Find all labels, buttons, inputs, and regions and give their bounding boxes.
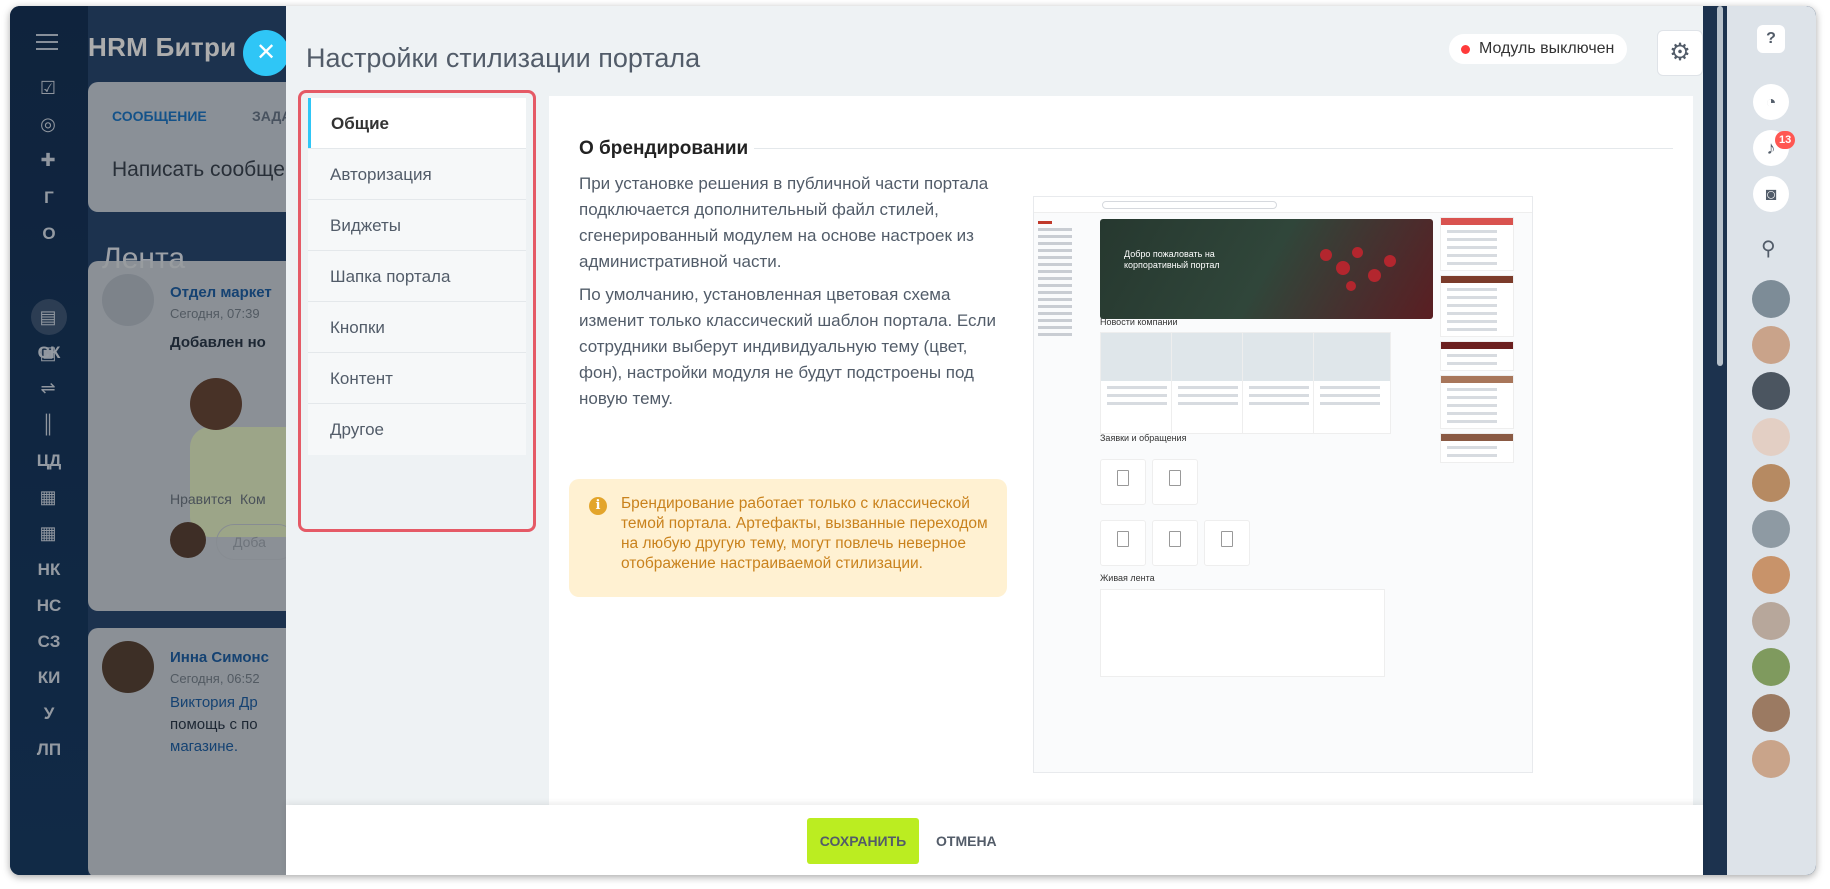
preview-widget [1440,275,1514,337]
close-slider-button[interactable]: ✕ [243,30,289,76]
section-divider [754,148,1673,149]
preview-right-column [1440,217,1514,467]
avatar[interactable] [1752,556,1790,594]
preview-tile [1100,520,1146,566]
avatar[interactable] [1752,464,1790,502]
chat-icon[interactable]: ◙ [1753,176,1789,212]
preview-widget [1440,375,1514,429]
preview-hero-banner: Добро пожаловать на корпоративный портал [1100,219,1433,319]
description-paragraph: При установке решения в публичной части … [579,174,989,271]
status-label: Модуль выключен [1479,40,1615,57]
avatar[interactable] [1752,740,1790,778]
avatar[interactable] [1752,510,1790,548]
status-badge: Модуль выключен [1449,34,1628,64]
cancel-button[interactable]: ОТМЕНА [936,818,997,864]
preview-feed-card [1100,589,1385,677]
right-sidebar: ? ◔ ♪ 13 ◙ ⚲ [1727,6,1816,875]
preview-news-card [1242,332,1320,434]
settings-slider: Настройки стилизации портала Модуль выкл… [286,6,1703,875]
preview-news-card [1313,332,1391,434]
content-card: О брендировании При установке решения в … [549,96,1693,816]
preview-news-heading: Новости компании [1100,317,1178,327]
preview-sidebar [1038,217,1086,340]
alert-text: Брендирование работает только с классиче… [621,495,988,572]
preview-widget [1440,217,1514,271]
avatar[interactable] [1752,694,1790,732]
preview-requests-heading: Заявки и обращения [1100,433,1187,443]
preview-widget [1440,341,1514,371]
help-button[interactable]: ? [1757,25,1785,53]
info-icon: i [589,497,607,515]
app-window: HRM Битри СООБЩЕНИЕ ЗАДА Написать сообще… [10,6,1816,875]
preview-tile [1100,459,1146,505]
page-title: Настройки стилизации портала [306,43,701,73]
avatar[interactable] [1752,648,1790,686]
portal-preview-image: Добро пожаловать на корпоративный портал… [1033,196,1533,773]
nav-item-authorization[interactable]: Авторизация [308,149,526,200]
preview-search [1102,201,1277,209]
section-title: О брендировании [579,138,749,159]
preview-header [1034,197,1532,213]
avatar[interactable] [1752,602,1790,640]
settings-nav: Общие Авторизация Виджеты Шапка портала … [298,90,536,532]
preview-hero-text: Добро пожаловать на корпоративный портал [1124,249,1220,270]
avatar[interactable] [1752,326,1790,364]
notification-badge: 13 [1775,131,1796,149]
preview-news-card [1100,332,1178,434]
footer-bar: СОХРАНИТЬ ОТМЕНА [286,805,1703,875]
avatar[interactable] [1752,372,1790,410]
description-paragraph: По умолчанию, установленная цветовая схе… [579,285,996,408]
preview-news-card [1171,332,1249,434]
search-icon[interactable]: ⚲ [1761,236,1776,261]
avatar[interactable] [1752,280,1790,318]
nav-item-other[interactable]: Другое [308,404,526,455]
nav-item-widgets[interactable]: Виджеты [308,200,526,251]
settings-button[interactable]: ⚙ [1657,30,1703,76]
copilot-icon[interactable]: ◔ [1753,84,1789,120]
nav-item-buttons[interactable]: Кнопки [308,302,526,353]
preview-tile [1204,520,1250,566]
preview-feed-heading: Живая лента [1100,573,1155,583]
warning-alert: i Брендирование работает только с класси… [569,479,1007,597]
preview-widget [1440,433,1514,463]
preview-tile [1152,459,1198,505]
preview-tile [1152,520,1198,566]
gear-icon: ⚙ [1669,39,1691,66]
scrollbar[interactable] [1717,6,1723,366]
nav-item-content[interactable]: Контент [308,353,526,404]
avatar[interactable] [1752,418,1790,456]
nav-item-general[interactable]: Общие [308,98,526,149]
nav-item-portal-header[interactable]: Шапка портала [308,251,526,302]
save-button[interactable]: СОХРАНИТЬ [807,818,919,864]
status-dot-icon [1461,45,1470,54]
